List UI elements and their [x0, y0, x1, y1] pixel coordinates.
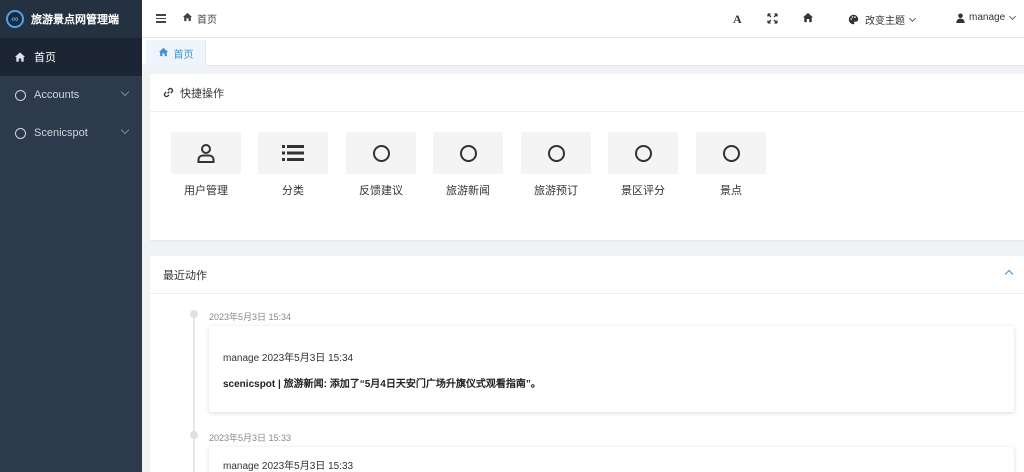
- quick-action-tile[interactable]: [171, 132, 241, 174]
- home-icon: [158, 47, 169, 60]
- tab-label: 首页: [173, 49, 194, 61]
- circle-icon: [547, 144, 565, 162]
- panel-header: 最近动作: [150, 256, 1024, 294]
- sidebar-item-label: 首页: [34, 52, 56, 64]
- timeline-meta: manage 2023年5月3日 15:34: [223, 353, 354, 364]
- timeline-time: 2023年5月3日 15:34: [209, 312, 292, 322]
- quick-action-scenic-rating[interactable]: 景区评分: [608, 132, 678, 198]
- sidebar: ∞ 旅游景点网管理端 首页 Accounts Scenicspot: [0, 0, 142, 472]
- breadcrumb: 首页: [182, 11, 217, 26]
- sidebar-item-label: Accounts: [34, 89, 80, 101]
- circle-icon: [14, 127, 26, 139]
- quick-action-label: 景区评分: [621, 185, 665, 197]
- quick-action-user-management[interactable]: 用户管理: [171, 132, 241, 198]
- timeline-time: 2023年5月3日 15:33: [209, 433, 292, 443]
- timeline-line: [193, 312, 195, 472]
- quick-action-tile[interactable]: [433, 132, 503, 174]
- quick-action-travel-booking[interactable]: 旅游预订: [521, 132, 591, 198]
- top-navbar: 首页 A 改变主题 manage: [142, 0, 1024, 38]
- quick-action-tile[interactable]: [696, 132, 766, 174]
- quick-action-category[interactable]: 分类: [258, 132, 328, 198]
- circle-icon: [14, 89, 26, 101]
- timeline-card: manage 2023年5月3日 15:33: [209, 447, 1014, 472]
- quick-action-scenic-spots[interactable]: 景点: [696, 132, 766, 198]
- fullscreen-icon[interactable]: [767, 13, 778, 27]
- quick-actions-panel: 快捷操作 用户管理 分类 反馈建议 旅游新闻 旅游预订 景区评分 景点: [150, 74, 1024, 240]
- quick-action-tile[interactable]: [608, 132, 678, 174]
- tab-home[interactable]: 首页: [146, 40, 206, 66]
- quick-action-feedback[interactable]: 反馈建议: [346, 132, 416, 198]
- sidebar-item-label: Scenicspot: [34, 127, 88, 139]
- chevron-down-icon: [1009, 12, 1017, 20]
- chevron-down-icon: [908, 14, 917, 22]
- home-icon: [182, 12, 193, 25]
- infinity-logo-icon: ∞: [6, 10, 24, 28]
- quick-action-travel-news[interactable]: 旅游新闻: [433, 132, 503, 198]
- panel-header: 快捷操作: [150, 74, 1024, 112]
- quick-action-label: 用户管理: [184, 185, 228, 197]
- panel-title: 快捷操作: [180, 87, 224, 100]
- theme-switcher[interactable]: 改变主题: [848, 12, 917, 27]
- quick-action-tile[interactable]: [258, 132, 328, 174]
- sidebar-item-home[interactable]: 首页: [0, 38, 142, 76]
- home-icon[interactable]: [802, 12, 814, 26]
- timeline-dot: [190, 431, 198, 439]
- username: manage: [969, 12, 1006, 23]
- tabs-bar: 首页: [142, 38, 1024, 66]
- quick-action-label: 分类: [282, 185, 304, 197]
- circle-icon: [634, 144, 652, 162]
- timeline-dot: [190, 310, 198, 318]
- quick-action-label: 旅游预订: [534, 185, 578, 197]
- quick-action-tile[interactable]: [521, 132, 591, 174]
- menu-toggle-icon[interactable]: [156, 14, 166, 23]
- quick-action-tile[interactable]: [346, 132, 416, 174]
- user-icon: [956, 13, 965, 23]
- circle-icon: [722, 144, 740, 162]
- sidebar-item-scenicspot[interactable]: Scenicspot: [0, 114, 142, 152]
- theme-label: 改变主题: [865, 16, 905, 27]
- chevron-down-icon: [120, 125, 130, 135]
- breadcrumb-home[interactable]: 首页: [197, 11, 217, 26]
- sidebar-item-accounts[interactable]: Accounts: [0, 76, 142, 114]
- palette-icon: [848, 14, 859, 25]
- timeline-card: manage 2023年5月3日 15:34 scenicspot | 旅游新闻…: [209, 326, 1014, 412]
- quick-action-label: 旅游新闻: [446, 185, 490, 197]
- panel-title: 最近动作: [163, 269, 207, 282]
- link-icon: [163, 87, 174, 98]
- chevron-down-icon: [120, 87, 130, 97]
- font-size-button[interactable]: A: [733, 12, 742, 27]
- home-icon: [14, 51, 26, 63]
- quick-action-label: 景点: [720, 185, 742, 197]
- brand[interactable]: ∞ 旅游景点网管理端: [0, 0, 142, 38]
- circle-icon: [372, 144, 390, 162]
- user-menu[interactable]: manage: [956, 12, 1017, 23]
- recent-actions-panel: 最近动作 2023年5月3日 15:34 manage 2023年5月3日 15…: [150, 256, 1024, 472]
- timeline-message: scenicspot | 旅游新闻: 添加了“5月4日天安门广场升旗仪式观看指南…: [223, 379, 541, 390]
- circle-icon: [459, 144, 477, 162]
- app-title: 旅游景点网管理端: [31, 14, 119, 26]
- list-icon: [282, 144, 304, 162]
- quick-action-label: 反馈建议: [359, 185, 403, 197]
- user-icon: [196, 143, 216, 163]
- timeline-meta: manage 2023年5月3日 15:33: [223, 461, 354, 472]
